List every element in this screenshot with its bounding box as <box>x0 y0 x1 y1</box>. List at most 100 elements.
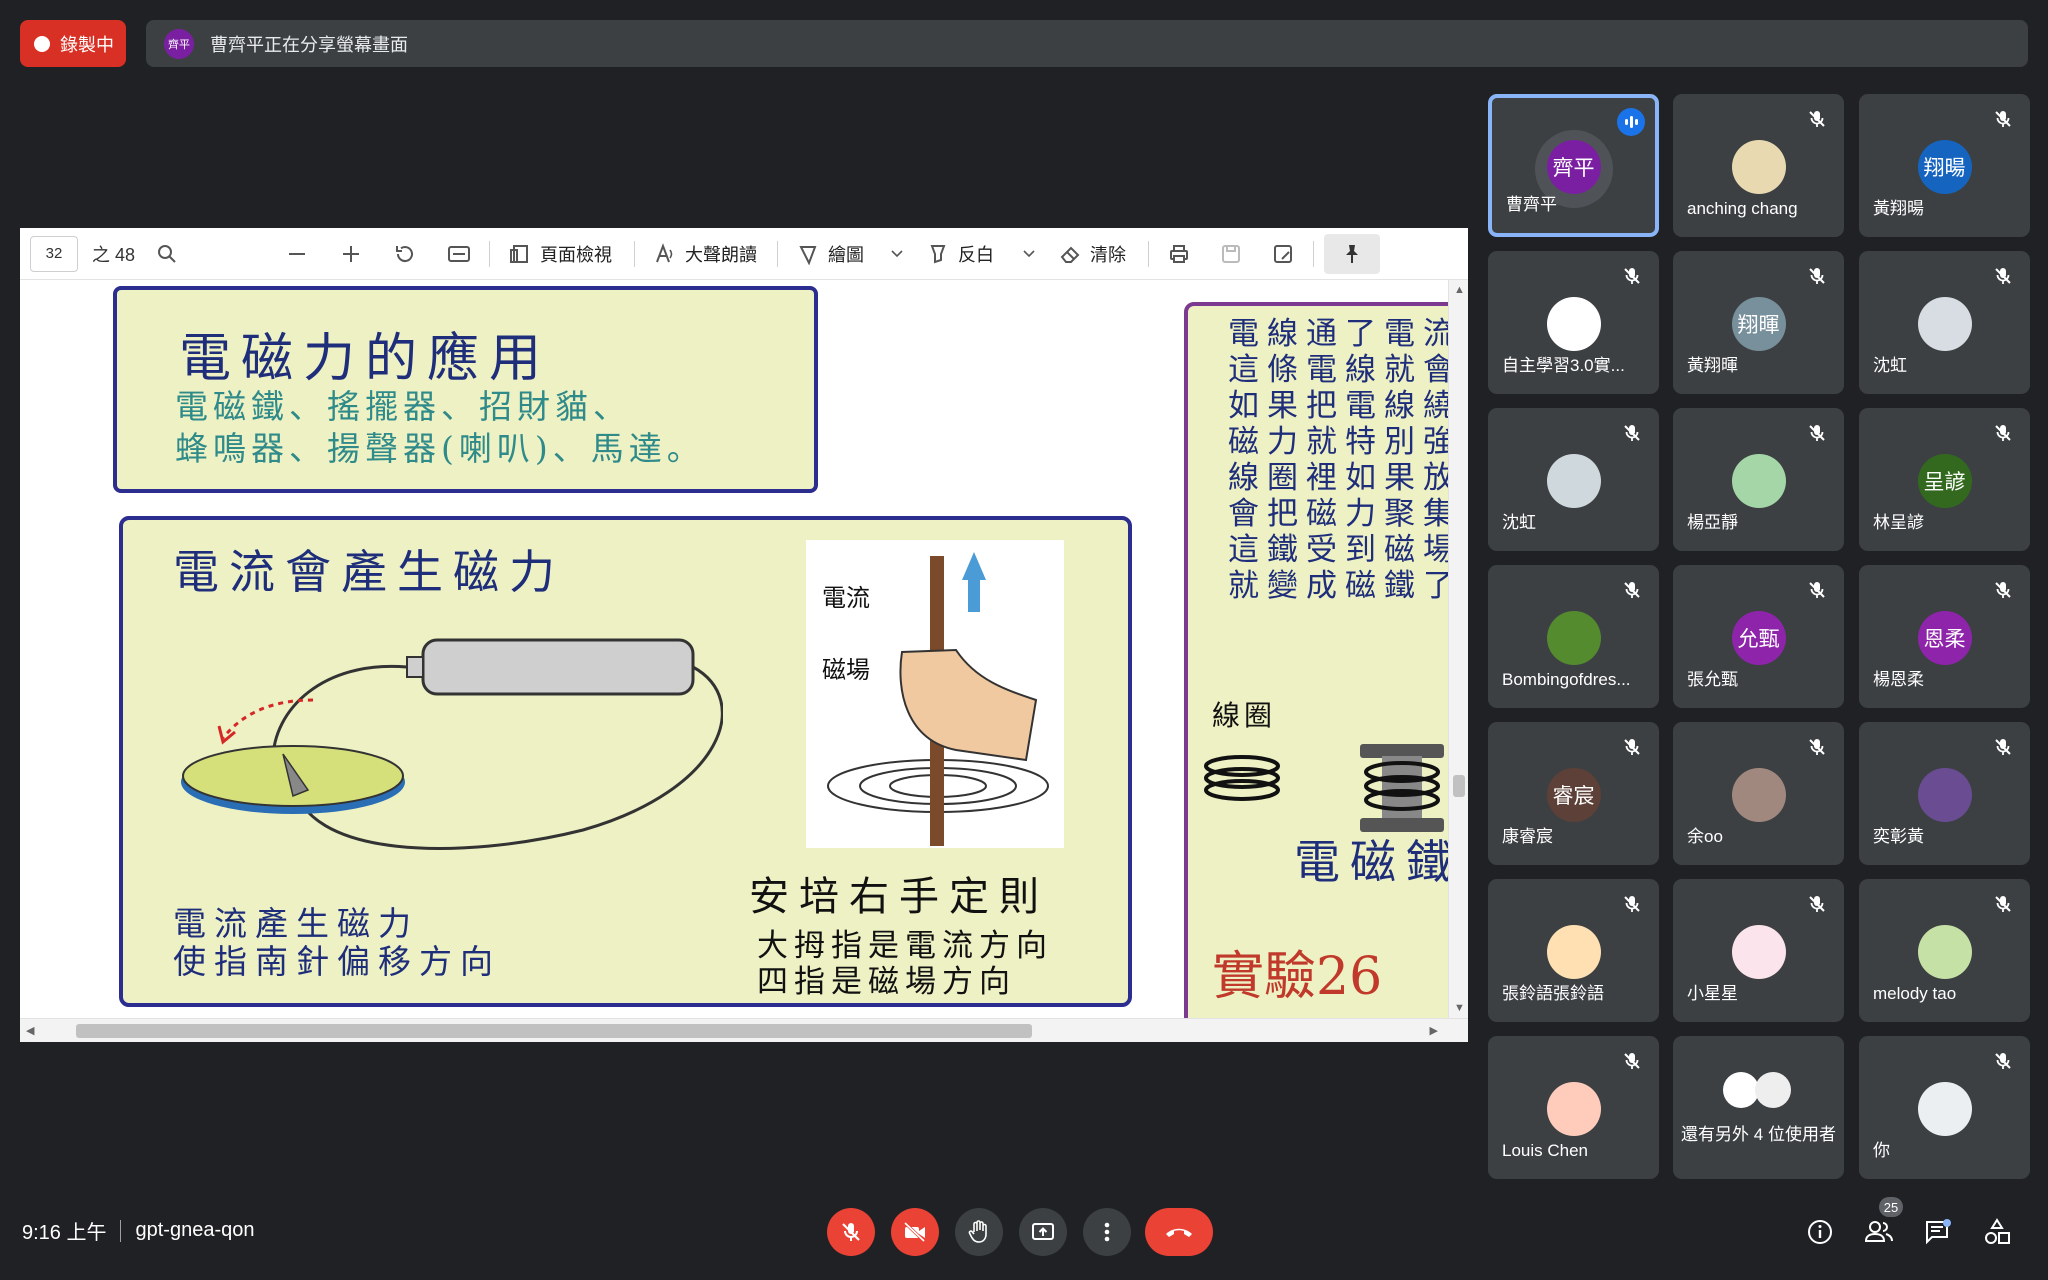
participant-tile[interactable]: 允甄 張允甄 <box>1673 565 1844 708</box>
coil-illustration <box>1204 744 1444 832</box>
participant-tile[interactable]: 睿宸 康睿宸 <box>1488 722 1659 865</box>
leave-call-button[interactable] <box>1145 1208 1213 1256</box>
participant-name: 自主學習3.0實... <box>1502 356 1625 375</box>
participant-tile[interactable]: 翔暉 黃翔暉 <box>1673 251 1844 394</box>
slide-box-applications: 電磁力的應用 電磁鐵、搖擺器、招財貓、 蜂鳴器、揚聲器(喇叭)、馬達。 <box>113 286 818 493</box>
chat-button[interactable] <box>1920 1214 1956 1250</box>
participant-tile[interactable]: 翔暘 黃翔暘 <box>1859 94 2030 237</box>
recording-label: 錄製中 <box>60 34 114 55</box>
search-icon[interactable] <box>147 234 187 274</box>
participant-avatar <box>1917 1082 1972 1136</box>
right-hand-rule-figure: 電流 磁場 <box>806 540 1064 848</box>
participant-avatar <box>1731 454 1786 508</box>
vertical-scroll-thumb[interactable] <box>1453 775 1465 797</box>
scroll-left-icon[interactable]: ◀ <box>26 1024 34 1037</box>
vertical-scrollbar[interactable]: ▲ ▼ <box>1448 280 1468 1018</box>
page-view-button[interactable]: 頁面檢視 <box>540 241 612 267</box>
toolbar-divider <box>489 240 491 267</box>
save-as-icon[interactable] <box>1263 234 1303 274</box>
applications-line: 電磁鐵、搖擺器、招財貓、 <box>175 387 631 426</box>
participant-avatar <box>1917 768 1972 822</box>
save-icon[interactable] <box>1211 234 1251 274</box>
mic-muted-icon <box>1990 891 2016 917</box>
participant-tile[interactable]: 恩柔 楊恩柔 <box>1859 565 2030 708</box>
pin-toolbar-icon[interactable] <box>1324 233 1381 274</box>
presenter-avatar: 齊平 <box>164 28 194 59</box>
zoom-in-icon[interactable] <box>331 234 371 274</box>
mic-muted-icon <box>1619 577 1645 603</box>
meeting-details-button[interactable] <box>1802 1214 1838 1250</box>
electromagnet-text-line: 會把磁力聚集 <box>1228 496 1448 532</box>
print-icon[interactable] <box>1159 234 1199 274</box>
participant-tile[interactable]: 余oo <box>1673 722 1844 865</box>
mic-muted-icon <box>1804 734 1830 760</box>
electromagnet-text-line: 這鐵受到磁場 <box>1228 532 1448 568</box>
participant-tile[interactable]: 你 <box>1859 1036 2030 1179</box>
horizontal-scroll-thumb[interactable] <box>76 1024 1032 1038</box>
mic-muted-icon <box>1619 263 1645 289</box>
participant-avatar <box>1546 925 1601 979</box>
experiment-label: 實驗26 <box>1212 947 1383 1007</box>
slide-heading-applications: 電磁力的應用 <box>179 329 552 389</box>
participant-tile[interactable]: 奕彰黃 <box>1859 722 2030 865</box>
activities-button[interactable] <box>1979 1214 2015 1250</box>
chevron-down-icon[interactable] <box>1014 234 1044 274</box>
meeting-info: 9:16 上午 gpt-gnea-qon <box>22 1216 254 1245</box>
present-screen-button[interactable] <box>1019 1208 1067 1256</box>
raise-hand-button[interactable] <box>955 1208 1003 1256</box>
participant-tile[interactable]: Bombingofdres... <box>1488 565 1659 708</box>
participant-tile[interactable]: Louis Chen <box>1488 1036 1659 1179</box>
rule-line: 大拇指是電流方向 <box>757 928 1053 964</box>
toolbar-divider <box>777 240 779 267</box>
scroll-right-icon[interactable]: ▶ <box>1430 1024 1438 1037</box>
highlight-button[interactable]: 反白 <box>958 241 994 267</box>
camera-off-button[interactable] <box>891 1208 939 1256</box>
participant-tile[interactable]: 小星星 <box>1673 879 1844 1022</box>
page-view-icon[interactable] <box>500 234 540 274</box>
participant-tile[interactable]: 沈虹 <box>1488 408 1659 551</box>
participant-tile[interactable]: 呈諺 林呈諺 <box>1859 408 2030 551</box>
draw-icon[interactable] <box>788 234 828 274</box>
participant-tile[interactable]: anching chang <box>1673 94 1844 237</box>
participant-tile[interactable]: 還有另外 4 位使用者 <box>1673 1036 1844 1179</box>
highlight-icon[interactable] <box>918 234 958 274</box>
electromagnet-text-line: 磁力就特別強 <box>1228 424 1448 460</box>
zoom-out-icon[interactable] <box>277 234 317 274</box>
participant-avatar: 翔暘 <box>1917 140 1972 194</box>
participant-tile[interactable]: melody tao <box>1859 879 2030 1022</box>
read-aloud-button[interactable]: 大聲朗讀 <box>685 241 757 267</box>
erase-button[interactable]: 清除 <box>1090 241 1126 267</box>
electromagnet-label: 電磁鐵 <box>1294 835 1448 889</box>
scroll-down-icon[interactable]: ▼ <box>1454 1002 1465 1014</box>
participant-count-badge: 25 <box>1879 1197 1903 1217</box>
speaking-indicator-icon <box>1617 108 1645 136</box>
participant-name: 你 <box>1873 1141 1890 1160</box>
chat-icon <box>1926 1219 1951 1245</box>
mic-off-button[interactable] <box>827 1208 875 1256</box>
read-aloud-icon[interactable] <box>645 234 685 274</box>
participant-tile[interactable]: 齊平 曹齊平 <box>1488 94 1659 237</box>
eraser-icon[interactable] <box>1050 234 1090 274</box>
pdf-toolbar: 32 之 48 頁面檢視 大聲朗讀 繪圖 反白 清除 <box>20 228 1468 280</box>
recording-indicator[interactable]: 錄製中 <box>20 20 126 67</box>
mic-muted-icon <box>1804 420 1830 446</box>
fit-width-icon[interactable] <box>439 234 479 274</box>
participant-avatar: 齊平 <box>1546 140 1601 194</box>
more-options-button[interactable] <box>1083 1208 1131 1256</box>
rotate-icon[interactable] <box>385 234 425 274</box>
participant-name: Louis Chen <box>1502 1141 1589 1160</box>
participant-name: 林呈諺 <box>1873 513 1924 532</box>
draw-button[interactable]: 繪圖 <box>828 241 864 267</box>
participant-tile[interactable]: 楊亞靜 <box>1673 408 1844 551</box>
participant-tile[interactable]: 張鈴語張鈴語 <box>1488 879 1659 1022</box>
participant-avatar <box>1917 297 1972 351</box>
scroll-up-icon[interactable]: ▲ <box>1454 284 1465 296</box>
horizontal-scrollbar[interactable]: ◀ ▶ <box>20 1018 1468 1042</box>
mic-muted-icon <box>1990 106 2016 132</box>
participant-tile[interactable]: 沈虹 <box>1859 251 2030 394</box>
chevron-down-icon[interactable] <box>882 234 912 274</box>
participant-tile[interactable]: 自主學習3.0實... <box>1488 251 1659 394</box>
slide-box-current-magnetism: 電流會產生磁力 電流 磁場 電流產生磁力 使指南針偏移方向 安培右手定則 大拇指… <box>119 516 1132 1007</box>
page-number-input[interactable]: 32 <box>30 235 78 272</box>
people-button[interactable] <box>1861 1214 1897 1250</box>
